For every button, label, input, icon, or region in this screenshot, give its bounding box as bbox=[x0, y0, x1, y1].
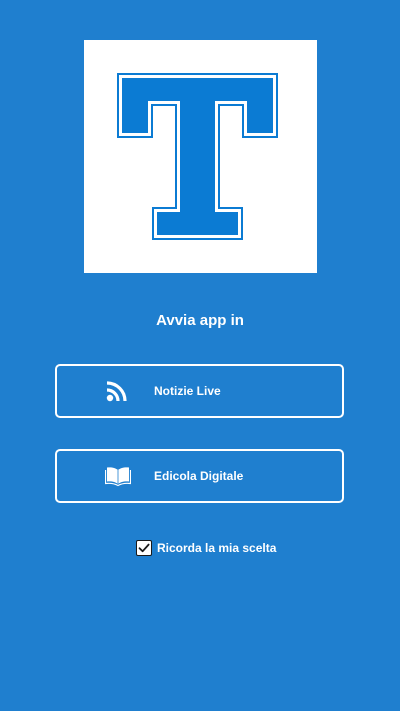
remember-label: Ricorda la mia scelta bbox=[157, 541, 277, 555]
notizie-live-button[interactable]: Notizie Live bbox=[55, 364, 344, 418]
remember-choice[interactable]: Ricorda la mia scelta bbox=[136, 539, 276, 557]
letter-t-logo-icon bbox=[117, 73, 278, 240]
app-logo bbox=[84, 40, 317, 273]
edicola-digitale-button[interactable]: Edicola Digitale bbox=[55, 449, 344, 503]
remember-checkbox[interactable] bbox=[136, 540, 152, 556]
rss-icon bbox=[105, 379, 131, 403]
open-book-icon bbox=[105, 464, 131, 488]
edicola-digitale-label: Edicola Digitale bbox=[154, 469, 244, 483]
page-title: Avvia app in bbox=[156, 312, 244, 329]
notizie-live-label: Notizie Live bbox=[154, 384, 221, 398]
checkmark-icon bbox=[138, 543, 150, 553]
